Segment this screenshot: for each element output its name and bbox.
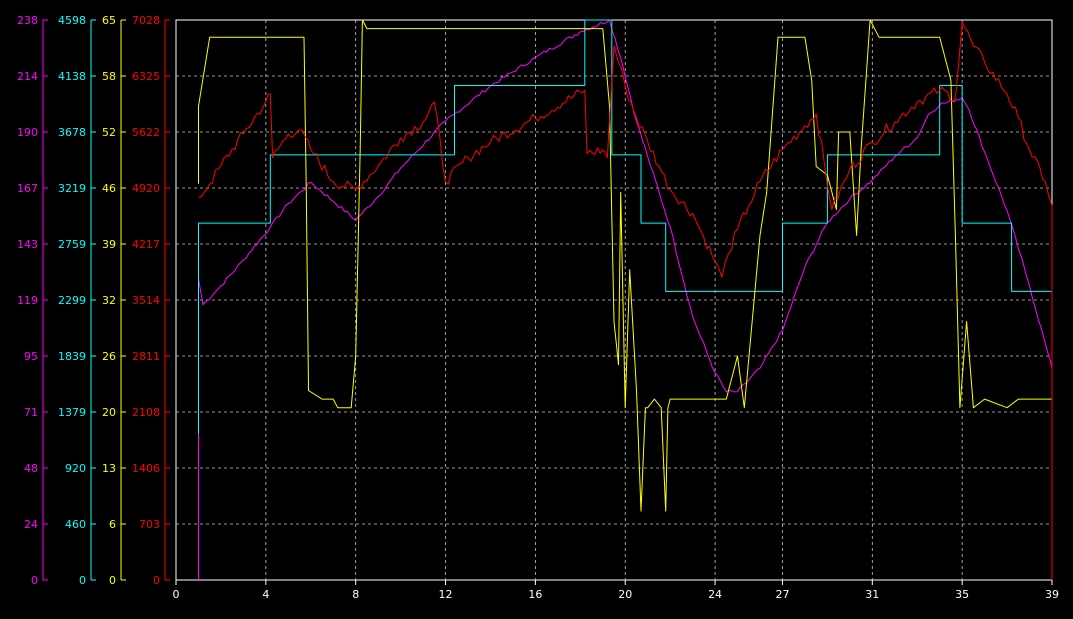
y-tick-label: 20 [102,406,116,419]
y-tick-label: 13 [102,462,116,475]
multi-axis-line-chart: 0 4 8 12 16 20 24 27 31 35 39024487195119143167190… [17,14,1059,601]
y-tick-label: 46 [102,182,116,195]
y-tick-label: 214 [17,70,38,83]
y-tick-label: 2759 [58,238,86,251]
y-tick-label: 4598 [58,14,86,27]
y-tick-label: 5622 [132,126,160,139]
y-tick-label: 2108 [132,406,160,419]
y-tick-label: 26 [102,350,116,363]
y-tick-label: 190 [17,126,38,139]
y-tick-label: 52 [102,126,116,139]
y-tick-label: 1406 [132,462,160,475]
y-tick-label: 920 [65,462,86,475]
y-tick-label: 238 [17,14,38,27]
y-tick-label: 3678 [58,126,86,139]
x-tick-label: 12 [439,588,453,601]
axes-layer: 0 4 8 12 16 20 24 27 31 35 39024487195119143167190… [17,14,1059,601]
x-tick-label: 16 [528,588,542,601]
x-tick-label: 39 [1045,588,1059,601]
y-tick-label: 39 [102,238,116,251]
y-tick-label: 143 [17,238,38,251]
y-tick-label: 32 [102,294,116,307]
y-tick-label: 0 [31,574,38,587]
y-tick-label: 3219 [58,182,86,195]
y-tick-label: 6325 [132,70,160,83]
y-tick-label: 0 [153,574,160,587]
y-tick-label: 2299 [58,294,86,307]
y-tick-label: 1379 [58,406,86,419]
y-tick-label: 1839 [58,350,86,363]
y-tick-label: 119 [17,294,38,307]
y-tick-label: 0 [109,574,116,587]
y-tick-label: 4138 [58,70,86,83]
y-tick-label: 58 [102,70,116,83]
x-tick-label: 20 [618,588,632,601]
y-tick-label: 71 [24,406,38,419]
y-tick-label: 0 [79,574,86,587]
y-tick-label: 24 [24,518,38,531]
y-tick-label: 460 [65,518,86,531]
x-tick-label: 8 [352,588,359,601]
x-tick-label: 35 [955,588,969,601]
x-tick-label: 4 [262,588,269,601]
y-tick-label: 6 [109,518,116,531]
y-tick-label: 95 [24,350,38,363]
y-tick-label: 65 [102,14,116,27]
y-tick-label: 4217 [132,238,160,251]
x-tick-label: 27 [775,588,789,601]
y-tick-label: 703 [139,518,160,531]
y-tick-label: 167 [17,182,38,195]
y-tick-label: 2811 [132,350,160,363]
y-tick-label: 3514 [132,294,160,307]
y-tick-label: 4920 [132,182,160,195]
x-tick-label: 0 [173,588,180,601]
x-tick-label: 31 [865,588,879,601]
y-tick-label: 7028 [132,14,160,27]
y-tick-label: 48 [24,462,38,475]
x-tick-label: 24 [708,588,722,601]
